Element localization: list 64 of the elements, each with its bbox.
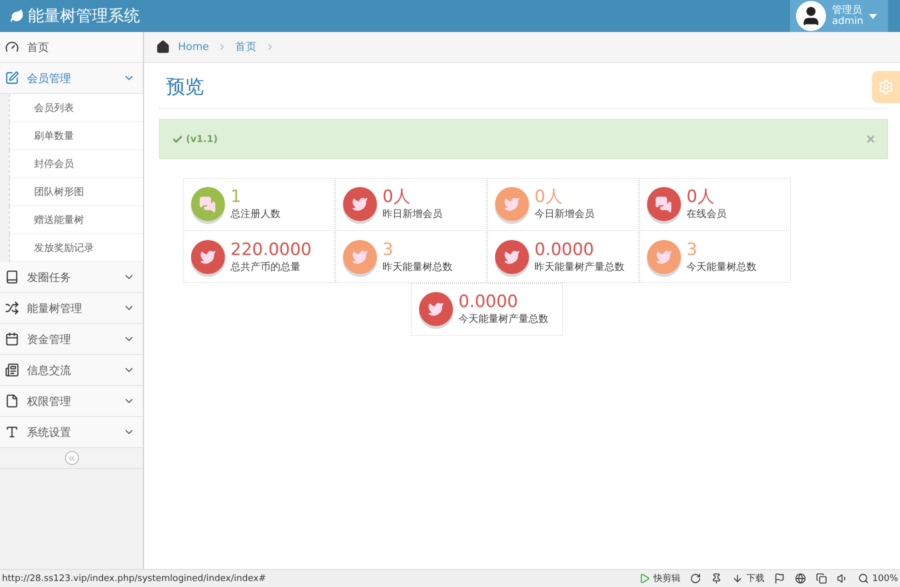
submenu-item[interactable]: 团队树形图 <box>9 178 143 206</box>
stat-label: 今日新增会员 <box>534 208 594 221</box>
dashboard-icon <box>5 40 19 54</box>
list-icon <box>5 363 19 377</box>
pin-icon[interactable] <box>711 573 722 584</box>
caret-icon <box>869 14 878 18</box>
copy-icon[interactable] <box>816 573 828 584</box>
user-role: 管理员 <box>832 5 863 16</box>
sidebar-item[interactable]: 系统设置 <box>0 417 143 448</box>
zoom-level[interactable]: 100% <box>872 574 898 584</box>
globe-icon[interactable] <box>795 573 806 584</box>
book-icon <box>5 270 19 284</box>
home-icon <box>156 40 170 54</box>
text-icon <box>5 425 19 439</box>
sidebar-item[interactable]: 会员管理 <box>0 63 143 94</box>
double-chevron-icon <box>67 454 76 462</box>
stat-label: 昨日新增会员 <box>382 208 442 221</box>
sidebar-item[interactable]: 权限管理 <box>0 386 143 417</box>
submenu-item[interactable]: 发放奖励记录 <box>9 234 143 262</box>
leaf-icon <box>10 9 24 23</box>
stat-value: 0人 <box>534 187 564 207</box>
refresh-icon[interactable] <box>690 573 702 584</box>
sidebar-item[interactable]: 发圈任务 <box>0 262 143 293</box>
stat-label: 总共产币的总量 <box>230 260 302 274</box>
shuffle-icon <box>5 301 19 315</box>
zoom-icon <box>858 573 870 584</box>
stat-value: 0人 <box>382 187 412 207</box>
download-label[interactable]: 下载 <box>746 572 764 585</box>
submenu-item[interactable]: 封停会员 <box>9 150 143 178</box>
submenu-item[interactable]: 刷单数量 <box>9 122 143 150</box>
user-name: admin <box>832 16 864 27</box>
stat-label: 昨天能量树总数 <box>382 260 452 274</box>
stat-value: 0.0000 <box>458 292 519 312</box>
stat-value: 3 <box>686 240 698 260</box>
stat-value: 220.0000 <box>230 240 312 260</box>
app-title: 能量树管理系统 <box>10 6 140 26</box>
stat-label: 总注册人数 <box>230 208 280 221</box>
calendar-icon <box>5 332 19 346</box>
edit-icon <box>5 71 19 85</box>
sidebar-item[interactable]: 首页 <box>0 32 143 63</box>
stat-value: 0.0000 <box>534 240 595 260</box>
stat-label: 昨天能量树产量总数 <box>534 260 624 274</box>
status-url: http://28.ss123.vip/index.php/systemlogined/index/index# <box>2 574 268 584</box>
volume-icon[interactable] <box>837 573 848 584</box>
sidebar-item[interactable]: 能量树管理 <box>0 293 143 324</box>
clip-label[interactable]: 快剪辑 <box>653 572 680 585</box>
sidebar-item[interactable]: 信息交流 <box>0 355 143 386</box>
play-icon <box>639 573 650 584</box>
check-icon <box>172 134 183 144</box>
sidebar-item[interactable]: 资金管理 <box>0 324 143 355</box>
stat-label: 在线会员 <box>686 208 726 221</box>
alert-text: (v1.1) <box>186 134 218 144</box>
flag-icon[interactable] <box>774 573 786 584</box>
submenu-item[interactable]: 会员列表 <box>9 94 143 122</box>
stat-value: 0人 <box>686 187 716 207</box>
stat-label: 今天能量树产量总数 <box>458 312 548 326</box>
settings-icon <box>878 79 894 95</box>
stat-value: 1 <box>230 187 242 207</box>
download-icon <box>732 573 744 584</box>
file-icon <box>5 394 19 408</box>
submenu-item[interactable]: 赠送能量树 <box>9 206 143 234</box>
stat-label: 今天能量树总数 <box>686 260 756 274</box>
stat-value: 3 <box>382 240 394 260</box>
page-title: 预览 <box>159 63 888 109</box>
